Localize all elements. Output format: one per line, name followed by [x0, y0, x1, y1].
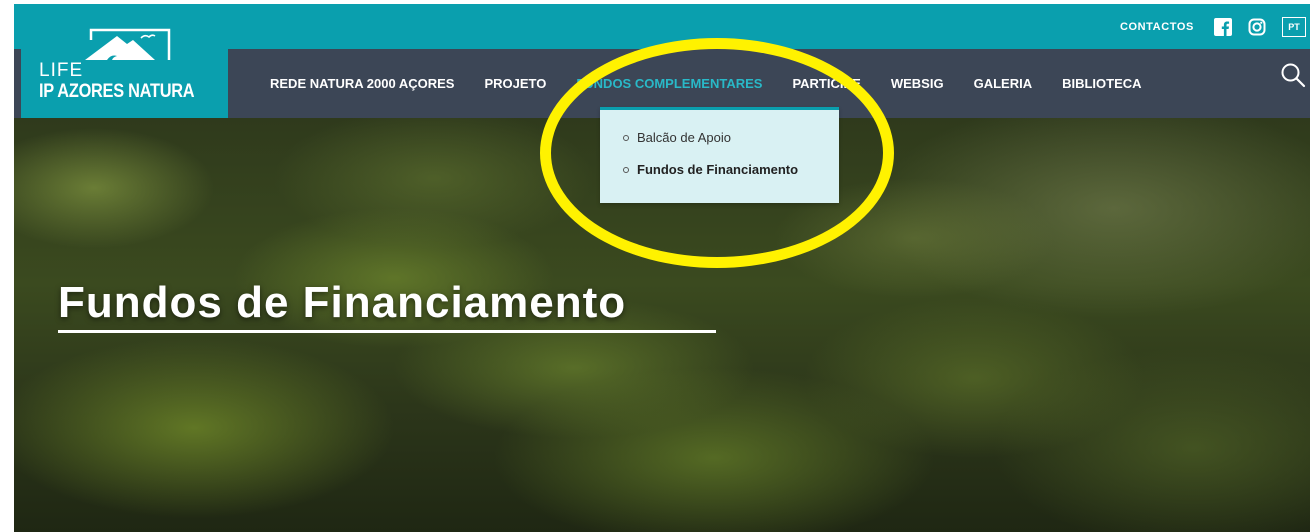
instagram-icon[interactable] [1248, 18, 1266, 36]
page-title: Fundos de Financiamento [58, 278, 627, 327]
page: CONTACTOS PT LIFE IP AZORES NATURA REDE … [14, 4, 1310, 532]
dropdown-item-fundos-de-financiamento[interactable]: Fundos de Financiamento [623, 162, 798, 177]
dropdown-item-balcao-de-apoio[interactable]: Balcão de Apoio [623, 130, 731, 145]
nav-item-rede-natura[interactable]: REDE NATURA 2000 AÇORES [270, 49, 454, 118]
logo-name-text: IP AZORES NATURA [39, 81, 195, 102]
contact-link[interactable]: CONTACTOS [1120, 21, 1194, 33]
logo-mountain-icon [85, 28, 171, 60]
nav-item-websig[interactable]: WEBSIG [891, 49, 944, 118]
bullet-icon [623, 134, 629, 141]
nav-item-biblioteca[interactable]: BIBLIOTECA [1062, 49, 1141, 118]
top-utility-links: CONTACTOS PT [1120, 4, 1310, 49]
dropdown-item-label: Fundos de Financiamento [637, 162, 799, 177]
search-icon[interactable] [1280, 62, 1306, 93]
facebook-icon[interactable] [1214, 17, 1232, 36]
language-selector[interactable]: PT [1282, 16, 1306, 37]
site-logo[interactable]: LIFE IP AZORES NATURA [21, 22, 228, 118]
fundos-dropdown-menu: Balcão de Apoio Fundos de Financiamento [600, 107, 839, 203]
title-underline [58, 330, 716, 333]
nav-item-galeria[interactable]: GALERIA [974, 49, 1033, 118]
nav-item-projeto[interactable]: PROJETO [484, 49, 546, 118]
bullet-icon [623, 166, 629, 173]
dropdown-item-label: Balcão de Apoio [637, 130, 731, 145]
logo-life-text: LIFE [39, 60, 84, 81]
